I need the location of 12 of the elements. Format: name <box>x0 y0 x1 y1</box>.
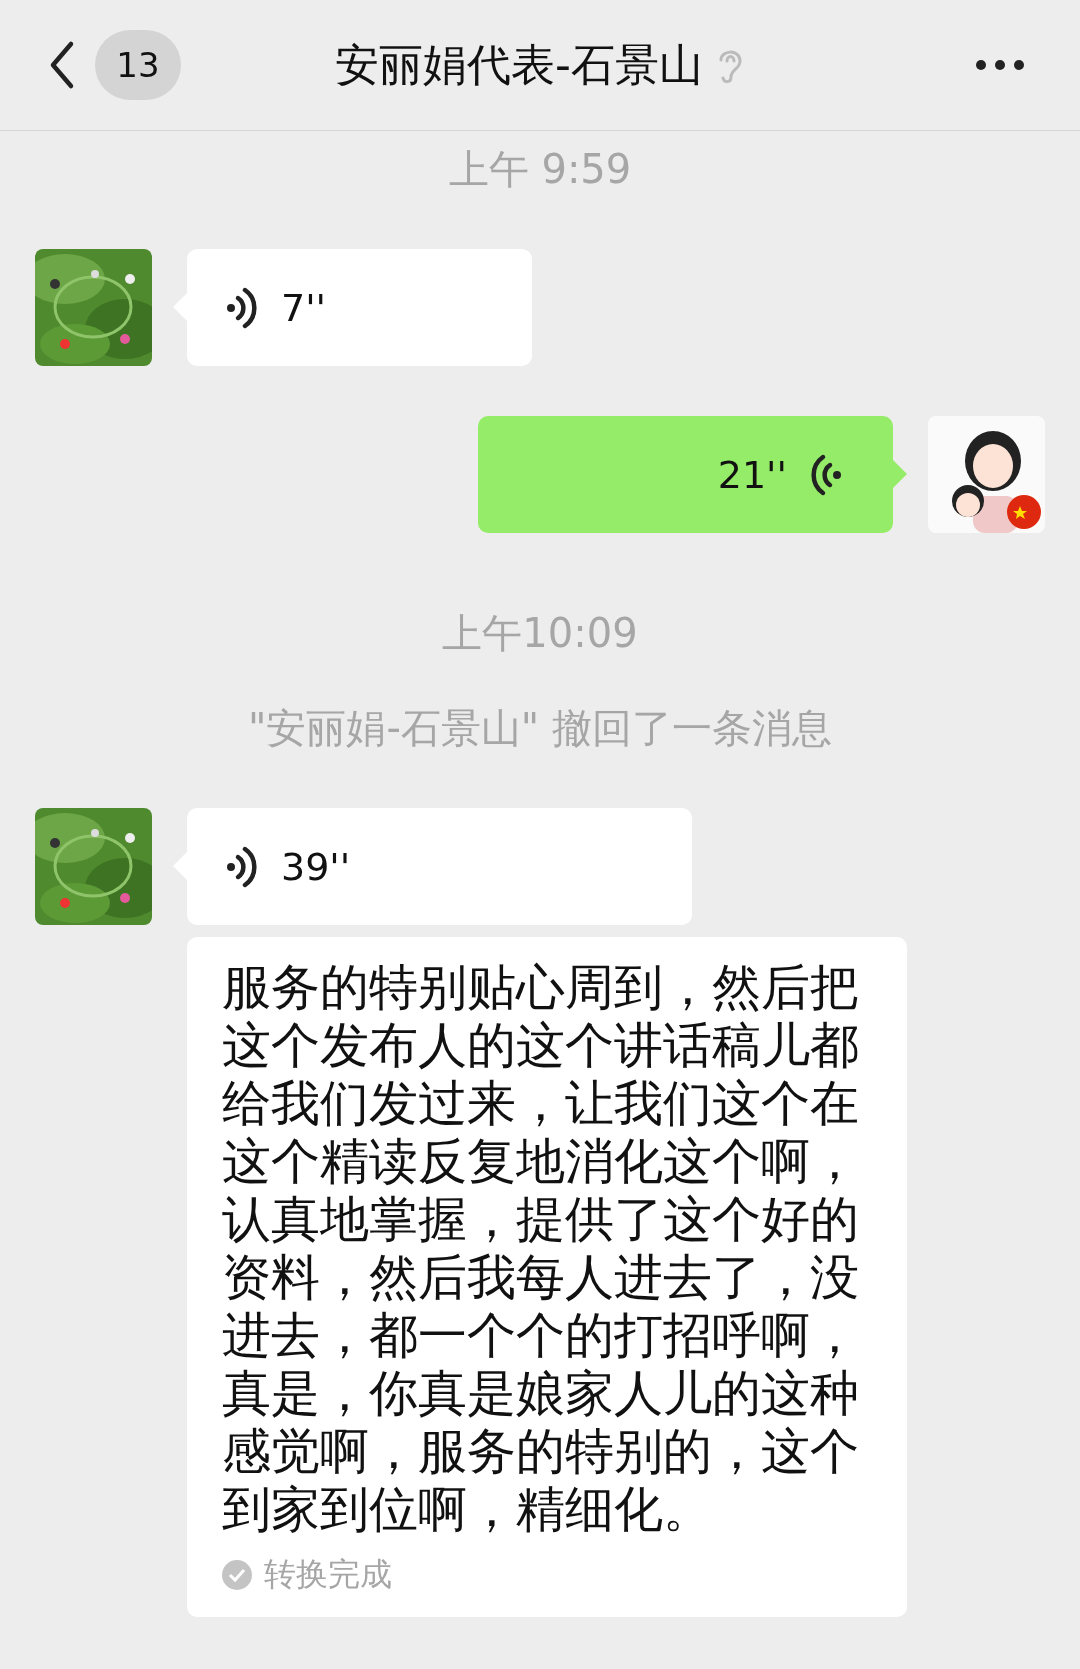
timestamp: 上午 9:59 <box>448 145 632 194</box>
transcript-text: 服务的特别贴心周到，然后把这个发布人的这个讲话稿儿都给我们发过来，让我们这个在这个精读反复地消化这个啊，认真地掌握，提供了这个好的资料，然后我每人进去了，没进去，都一个个的打招呼啊，真是，你真是娘家人儿的这种感觉啊，服务的特别的，这个到家到位啊，精细化。 <box>222 959 859 1539</box>
recall-notice: "安丽娟-石景山" 撤回了一条消息 <box>248 704 832 753</box>
timestamp: 上午10:09 <box>442 609 638 658</box>
transcript-status: 转换完成 <box>264 1554 392 1595</box>
voice-icon <box>225 285 259 330</box>
voice-icon <box>809 452 843 497</box>
voice-icon <box>225 844 259 889</box>
more-icon[interactable] <box>975 59 1025 71</box>
chat-title: 安丽娟代表-石景山 <box>335 37 703 92</box>
unread-count-badge[interactable]: 13 <box>95 30 181 100</box>
check-icon <box>222 1560 252 1590</box>
